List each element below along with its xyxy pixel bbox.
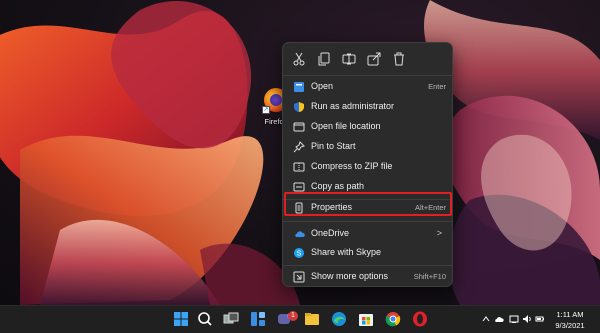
chat-notification-badge: 1 [288,311,298,321]
menu-item-show-more-options[interactable]: Show more options Shift+F10 [287,267,450,287]
wifi-icon [509,315,519,323]
rename-icon [342,53,356,65]
opera-icon [413,311,427,327]
menu-item-label: Compress to ZIP file [311,161,393,171]
file-explorer-button[interactable] [303,310,321,328]
menu-item-share-with-skype[interactable]: S Share with Skype [287,243,450,263]
chrome-icon [385,312,401,327]
copy-icon [318,52,330,66]
network-tray[interactable] [509,314,519,324]
more-options-icon [293,271,305,283]
file-explorer-icon [305,313,319,325]
menu-item-open[interactable]: Open Enter [287,77,450,97]
edge-button[interactable] [330,310,348,328]
clock-time: 1:11 AM [556,310,584,319]
share-icon [367,52,381,66]
scissors-icon [293,52,305,66]
chevron-up-icon [482,316,490,322]
menu-item-label: OneDrive [311,228,350,238]
menu-item-label: Open [311,81,334,91]
context-menu: Open Enter Run as administrator Open fil… [282,42,453,287]
zip-icon [293,161,305,173]
store-button[interactable] [357,310,375,328]
trash-icon [394,52,404,66]
opera-button[interactable] [411,310,429,328]
open-icon [293,81,305,93]
widgets-button[interactable] [249,310,267,328]
menu-item-label: Open file location [311,121,381,131]
task-view-button[interactable] [222,310,240,328]
task-view-icon [223,312,239,324]
share-button[interactable] [366,51,382,67]
taskbar-clock[interactable]: 1:11 AM 9/3/2021 [548,309,592,331]
menu-item-onedrive[interactable]: OneDrive > [287,224,450,244]
cut-button[interactable] [291,51,307,67]
start-icon [174,312,188,326]
store-icon [359,314,373,326]
svg-text:S: S [297,251,302,258]
edge-icon [332,312,346,326]
menu-divider [283,221,452,222]
start-button[interactable] [172,310,190,328]
taskbar-search-button[interactable] [196,310,214,328]
properties-highlight-box [284,192,452,216]
cloud-icon [495,317,504,322]
rename-button[interactable] [341,51,357,67]
show-hidden-icons-button[interactable] [481,314,491,324]
chrome-button[interactable] [384,310,402,328]
onedrive-tray[interactable] [494,314,504,324]
notification-icon [535,316,544,322]
widgets-icon [251,312,265,326]
shortcut-arrow-icon: ↗ [262,106,270,114]
cloud-icon [293,228,305,240]
skype-icon: S [293,247,305,259]
menu-item-run-as-administrator[interactable]: Run as administrator [287,97,450,117]
clock-date: 9/3/2021 [555,321,585,330]
menu-item-label: Run as administrator [311,101,395,111]
menu-item-pin-to-start[interactable]: Pin to Start [287,137,450,157]
submenu-chevron-icon: > [436,228,442,238]
menu-item-open-file-location[interactable]: Open file location [287,117,450,137]
menu-item-shortcut: Shift+F10 [413,272,446,281]
menu-item-label: Show more options [311,271,389,281]
volume-icon [523,315,531,323]
menu-divider [283,265,452,266]
menu-item-label: Pin to Start [311,141,356,151]
quick-actions-bar [283,43,452,75]
copy-button[interactable] [316,51,332,67]
delete-button[interactable] [391,51,407,67]
volume-tray[interactable] [522,314,532,324]
shield-icon [293,101,305,113]
menu-item-label: Share with Skype [311,247,382,257]
pin-icon [293,141,305,153]
menu-item-compress-zip[interactable]: Compress to ZIP file [287,157,450,177]
folder-icon [293,121,305,133]
menu-item-label: Copy as path [311,181,365,191]
menu-item-shortcut: Enter [428,82,446,91]
battery-tray[interactable] [535,314,545,324]
menu-divider [283,75,452,76]
search-icon [198,312,212,326]
